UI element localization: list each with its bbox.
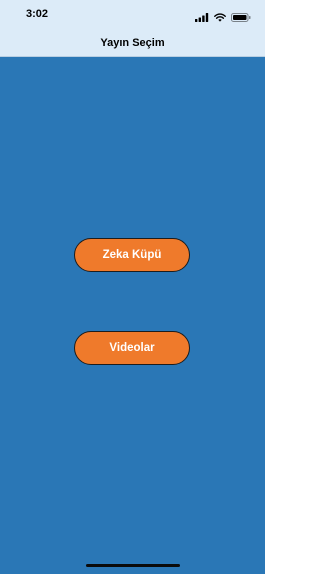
status-icons bbox=[195, 9, 251, 27]
videolar-button[interactable]: Videolar bbox=[74, 331, 190, 365]
home-indicator[interactable] bbox=[86, 564, 180, 567]
battery-icon bbox=[231, 9, 251, 27]
top-bar: 3:02 Yayın Seçim bbox=[0, 0, 265, 57]
zeka-kupu-button[interactable]: Zeka Küpü bbox=[74, 238, 190, 272]
signal-icon bbox=[195, 9, 209, 27]
page-title: Yayın Seçim bbox=[100, 37, 165, 49]
status-time: 3:02 bbox=[26, 8, 49, 20]
wifi-icon bbox=[214, 9, 226, 27]
app-screen: 3:02 Yayın Seçim Zeka Küpü Videolar bbox=[0, 0, 265, 574]
